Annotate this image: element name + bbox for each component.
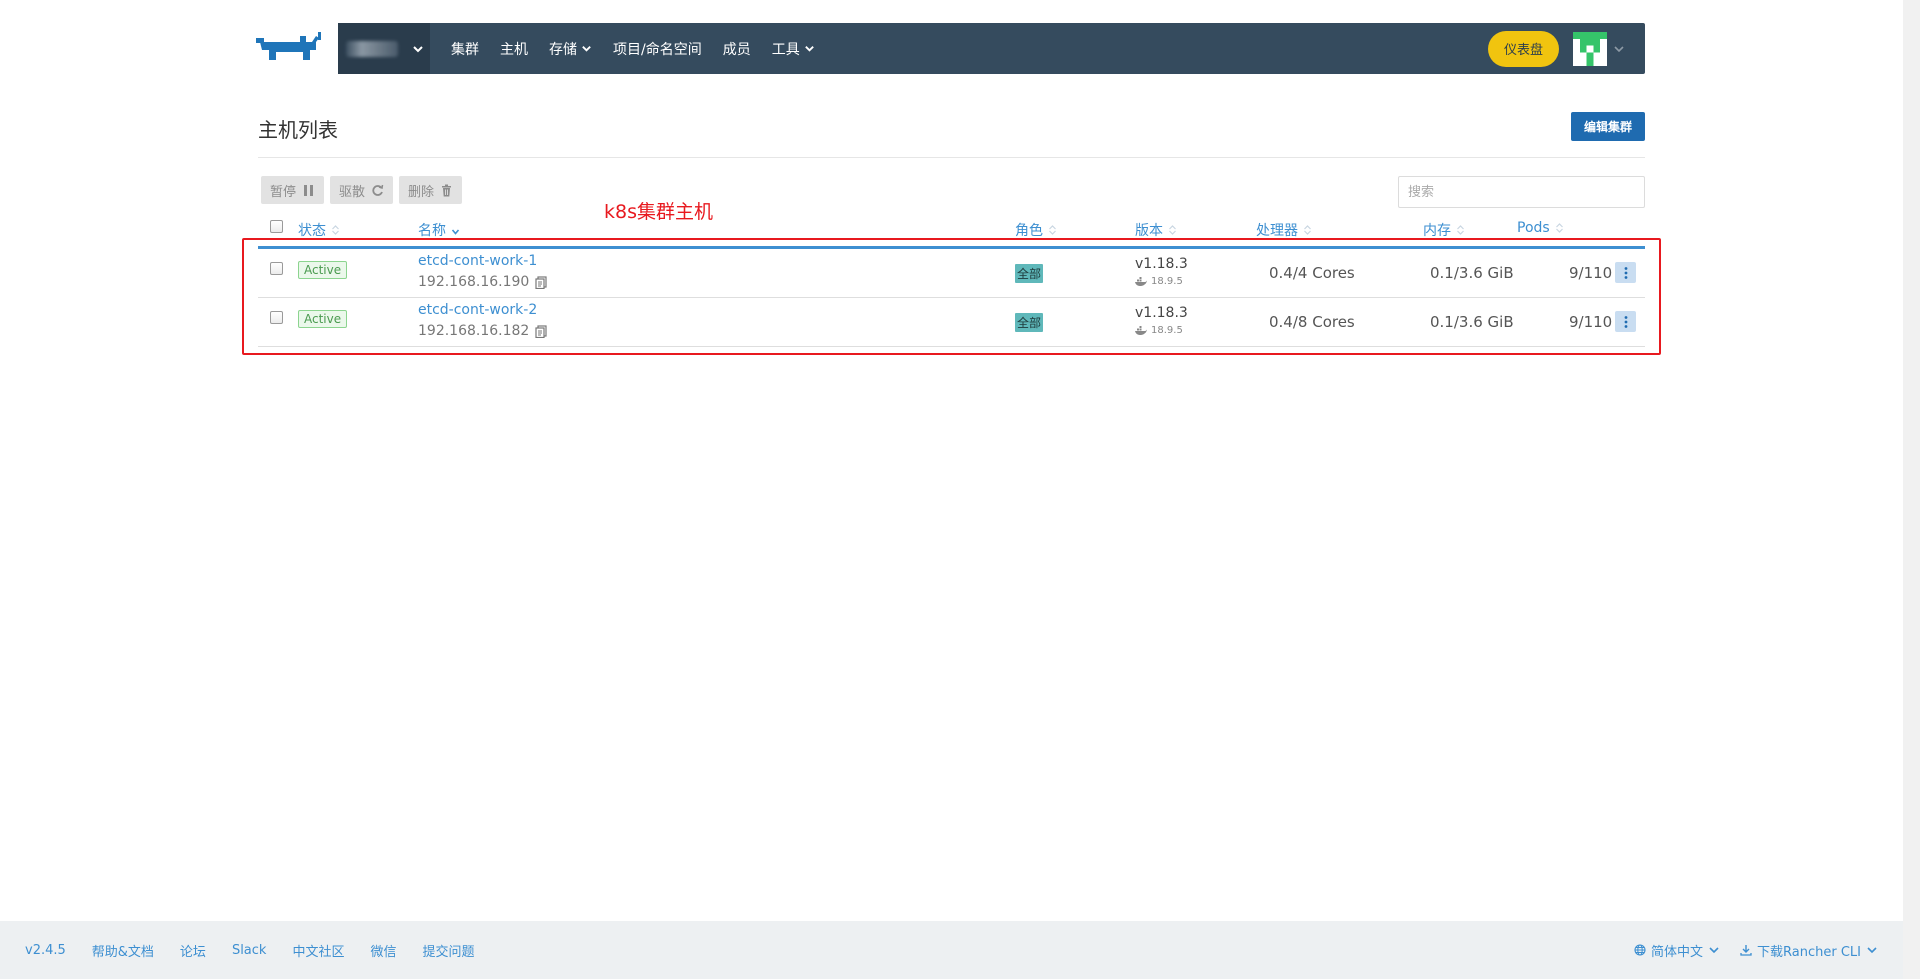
column-header-version[interactable]: 版本: [1135, 220, 1177, 240]
cpu-usage: 0.4/4 Cores: [1269, 264, 1355, 282]
sort-icon: [1555, 223, 1563, 233]
nav-item-clusters[interactable]: 集群: [451, 39, 479, 59]
pods-count: 9/110: [1569, 264, 1613, 282]
sort-down-icon: [451, 229, 460, 235]
nav-item-storage[interactable]: 存储: [549, 39, 592, 59]
table-row: Active etcd-cont-work-1 192.168.16.190 全…: [258, 249, 1645, 298]
sort-icon: [1457, 225, 1464, 235]
chevron-down-icon: [413, 45, 423, 52]
vertical-scrollbar[interactable]: [1903, 0, 1920, 979]
docker-icon: [1135, 326, 1147, 335]
footer-version-link[interactable]: v2.4.5: [25, 943, 66, 958]
pause-icon: [304, 184, 314, 196]
sort-icon: [1304, 225, 1311, 235]
chevron-down-icon: [1709, 947, 1719, 954]
column-header-cpu[interactable]: 处理器: [1256, 220, 1312, 240]
column-header-name[interactable]: 名称: [418, 220, 460, 240]
row-checkbox[interactable]: [270, 262, 283, 275]
select-all-checkbox[interactable]: [270, 220, 283, 233]
rancher-logo-icon[interactable]: [256, 30, 326, 66]
dashboard-button[interactable]: 仪表盘: [1487, 30, 1559, 67]
memory-usage: 0.1/3.6 GiB: [1430, 264, 1514, 282]
table-header: 状态 名称 角色 版本 处理器 内存 Pods: [258, 218, 1645, 248]
memory-usage: 0.1/3.6 GiB: [1430, 313, 1514, 331]
table-row: Active etcd-cont-work-2 192.168.16.182 全…: [258, 298, 1645, 347]
host-ip: 192.168.16.182: [418, 323, 547, 339]
more-vertical-icon: [1624, 315, 1627, 328]
sort-icon: [332, 225, 339, 235]
edit-cluster-button[interactable]: 编辑集群: [1571, 112, 1645, 141]
footer-link-wechat[interactable]: 微信: [370, 941, 396, 960]
host-name-link[interactable]: etcd-cont-work-1: [418, 253, 537, 269]
cluster-selector[interactable]: [338, 23, 430, 74]
nav-item-projects-namespaces[interactable]: 项目/命名空间: [613, 39, 702, 59]
globe-icon: [1634, 944, 1646, 956]
role-badge: 全部: [1015, 313, 1044, 332]
column-header-memory[interactable]: 内存: [1423, 220, 1465, 240]
nav-item-hosts[interactable]: 主机: [500, 39, 528, 59]
trash-icon: [442, 184, 452, 196]
user-menu[interactable]: [1573, 31, 1625, 66]
column-header-pods[interactable]: Pods: [1517, 220, 1564, 236]
title-divider: [258, 157, 1645, 158]
avatar: [1573, 31, 1607, 66]
top-navbar: 集群 主机 存储 项目/命名空间 成员 工具 仪表盘: [338, 23, 1645, 74]
page: 集群 主机 存储 项目/命名空间 成员 工具 仪表盘 主机列表 编辑集群 暂停 …: [0, 0, 1920, 979]
page-title: 主机列表: [258, 118, 338, 142]
docker-version: 18.9.5: [1135, 325, 1183, 336]
nav-item-tools[interactable]: 工具: [772, 39, 815, 59]
chevron-down-icon: [1614, 45, 1624, 52]
host-ip: 192.168.16.190: [418, 274, 547, 290]
drain-button[interactable]: 驱散: [330, 176, 394, 204]
kubernetes-version: v1.18.3: [1135, 256, 1188, 272]
row-actions-button[interactable]: [1615, 311, 1636, 332]
footer: v2.4.5 帮助&文档 论坛 Slack 中文社区 微信 提交问题 简体中文: [0, 921, 1903, 979]
footer-links: v2.4.5 帮助&文档 论坛 Slack 中文社区 微信 提交问题: [25, 941, 501, 960]
language-selector[interactable]: 简体中文: [1634, 941, 1720, 960]
search-input[interactable]: [1398, 176, 1645, 208]
sort-icon: [1049, 225, 1056, 235]
download-icon: [1740, 945, 1752, 956]
status-badge: Active: [298, 310, 348, 328]
host-name-link[interactable]: etcd-cont-work-2: [418, 302, 537, 318]
delete-button[interactable]: 删除: [399, 176, 463, 204]
footer-link-docs[interactable]: 帮助&文档: [92, 941, 154, 960]
more-vertical-icon: [1624, 266, 1627, 279]
row-checkbox[interactable]: [270, 311, 283, 324]
sort-icon: [1169, 225, 1176, 235]
footer-link-slack[interactable]: Slack: [232, 943, 267, 958]
footer-right: 简体中文 下载Rancher CLI: [1634, 941, 1878, 960]
footer-link-forum[interactable]: 论坛: [180, 941, 206, 960]
nav-item-members[interactable]: 成员: [723, 39, 751, 59]
docker-icon: [1135, 277, 1147, 286]
role-badge: 全部: [1015, 264, 1044, 283]
kubernetes-version: v1.18.3: [1135, 305, 1188, 321]
footer-link-community[interactable]: 中文社区: [292, 941, 344, 960]
pause-button[interactable]: 暂停: [261, 176, 325, 204]
footer-link-issues[interactable]: 提交问题: [422, 941, 474, 960]
bulk-actions: 暂停 驱散 删除: [261, 176, 463, 204]
copy-icon[interactable]: [535, 324, 547, 338]
docker-version: 18.9.5: [1135, 276, 1183, 287]
chevron-down-icon: [582, 46, 591, 52]
download-cli-button[interactable]: 下载Rancher CLI: [1740, 941, 1878, 960]
column-header-state[interactable]: 状态: [298, 220, 340, 240]
pods-count: 9/110: [1569, 313, 1613, 331]
status-badge: Active: [298, 261, 348, 279]
cpu-usage: 0.4/8 Cores: [1269, 313, 1355, 331]
refresh-icon: [372, 184, 384, 196]
cluster-name-blurred: [346, 40, 398, 57]
row-actions-button[interactable]: [1615, 262, 1636, 283]
column-header-roles[interactable]: 角色: [1015, 220, 1057, 240]
copy-icon[interactable]: [535, 275, 547, 289]
chevron-down-icon: [1867, 947, 1877, 954]
chevron-down-icon: [804, 46, 814, 52]
